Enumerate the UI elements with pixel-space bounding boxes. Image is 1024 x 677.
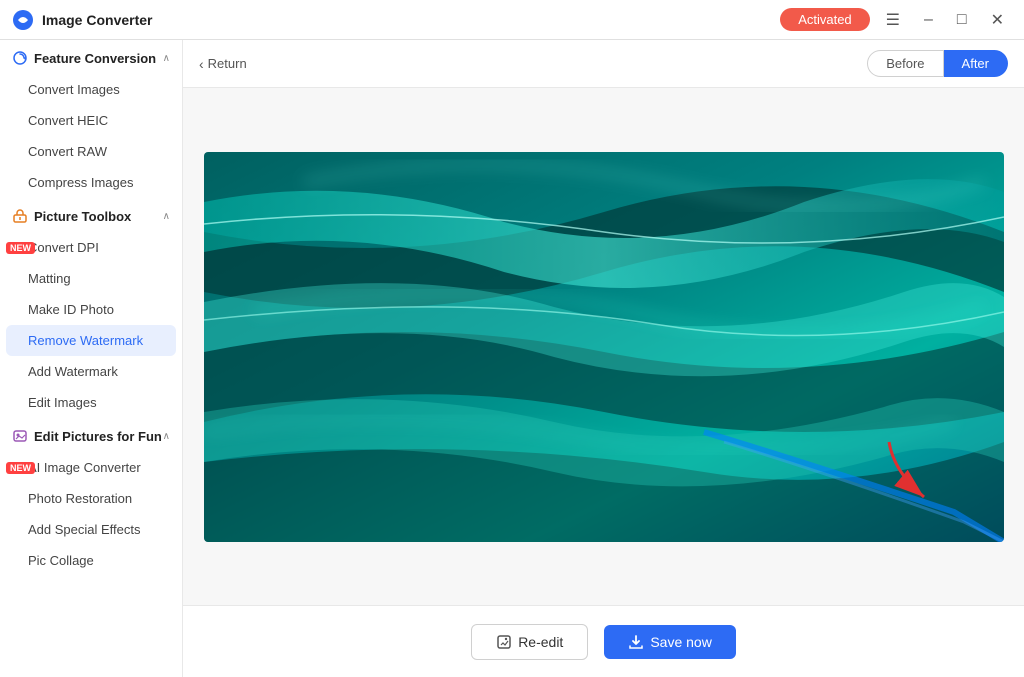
title-bar-left: Image Converter xyxy=(12,9,152,31)
menu-button[interactable]: ☰ xyxy=(878,6,908,34)
picture-toolbox-items: NEW Convert DPI Matting Make ID Photo Re… xyxy=(0,232,182,418)
fun-icon xyxy=(12,428,28,444)
content-topbar: ‹ Return Before After xyxy=(183,40,1024,88)
sidebar-item-make-id-photo[interactable]: Make ID Photo xyxy=(0,294,182,325)
re-edit-button[interactable]: Re-edit xyxy=(471,624,588,660)
maximize-button[interactable]: □ xyxy=(949,7,975,33)
app-icon xyxy=(12,9,34,31)
sidebar-item-remove-watermark[interactable]: Remove Watermark xyxy=(6,325,176,356)
content-area: ‹ Return Before After xyxy=(183,40,1024,677)
sidebar-item-edit-images[interactable]: Edit Images xyxy=(0,387,182,418)
sidebar-section-feature-conversion[interactable]: Feature Conversion ∧ xyxy=(0,40,182,74)
picture-toolbox-chevron: ∧ xyxy=(163,211,170,222)
chevron-left-icon: ‹ xyxy=(199,56,204,72)
new-badge-ai-image-converter: NEW xyxy=(6,462,35,474)
save-icon xyxy=(628,634,644,650)
activated-button[interactable]: Activated xyxy=(780,8,869,31)
save-now-button[interactable]: Save now xyxy=(604,625,735,659)
sidebar-item-matting[interactable]: Matting xyxy=(0,263,182,294)
sidebar-item-add-watermark[interactable]: Add Watermark xyxy=(0,356,182,387)
app-title: Image Converter xyxy=(42,12,152,28)
sidebar: Feature Conversion ∧ Convert Images Conv… xyxy=(0,40,183,677)
image-display xyxy=(183,88,1024,605)
toolbox-icon xyxy=(12,208,28,224)
sidebar-section-picture-toolbox[interactable]: Picture Toolbox ∧ xyxy=(0,198,182,232)
title-bar: Image Converter Activated ☰ – □ ✕ xyxy=(0,0,1024,40)
edit-pictures-title: Edit Pictures for Fun xyxy=(34,429,162,444)
bottom-toolbar: Re-edit Save now xyxy=(183,605,1024,677)
title-bar-right: Activated ☰ – □ ✕ xyxy=(780,6,1012,34)
sidebar-item-pic-collage[interactable]: Pic Collage xyxy=(0,545,182,576)
sidebar-item-convert-dpi[interactable]: NEW Convert DPI xyxy=(0,232,182,263)
image-container xyxy=(204,152,1004,542)
main-image xyxy=(204,152,1004,542)
sidebar-item-convert-raw[interactable]: Convert RAW xyxy=(0,136,182,167)
edit-pictures-chevron: ∧ xyxy=(163,431,170,442)
return-button[interactable]: ‹ Return xyxy=(199,56,247,72)
re-edit-icon xyxy=(496,634,512,650)
after-button[interactable]: After xyxy=(944,50,1008,77)
sidebar-item-compress-images[interactable]: Compress Images xyxy=(0,167,182,198)
edit-pictures-items: NEW AI Image Converter Photo Restoration… xyxy=(0,452,182,576)
minimize-button[interactable]: – xyxy=(916,7,941,33)
before-after-toggle: Before After xyxy=(867,50,1008,77)
sidebar-section-edit-pictures-for-fun[interactable]: Edit Pictures for Fun ∧ xyxy=(0,418,182,452)
feature-conversion-items: Convert Images Convert HEIC Convert RAW … xyxy=(0,74,182,198)
sidebar-item-photo-restoration[interactable]: Photo Restoration xyxy=(0,483,182,514)
sidebar-item-convert-heic[interactable]: Convert HEIC xyxy=(0,105,182,136)
sidebar-item-convert-images[interactable]: Convert Images xyxy=(0,74,182,105)
refresh-icon xyxy=(12,50,28,66)
sidebar-item-ai-image-converter[interactable]: NEW AI Image Converter xyxy=(0,452,182,483)
picture-toolbox-title: Picture Toolbox xyxy=(34,209,131,224)
new-badge-convert-dpi: NEW xyxy=(6,242,35,254)
main-layout: Feature Conversion ∧ Convert Images Conv… xyxy=(0,40,1024,677)
close-button[interactable]: ✕ xyxy=(983,6,1012,34)
feature-conversion-chevron: ∧ xyxy=(163,53,170,64)
sidebar-item-add-special-effects[interactable]: Add Special Effects xyxy=(0,514,182,545)
before-button[interactable]: Before xyxy=(867,50,943,77)
feature-conversion-title: Feature Conversion xyxy=(34,51,156,66)
